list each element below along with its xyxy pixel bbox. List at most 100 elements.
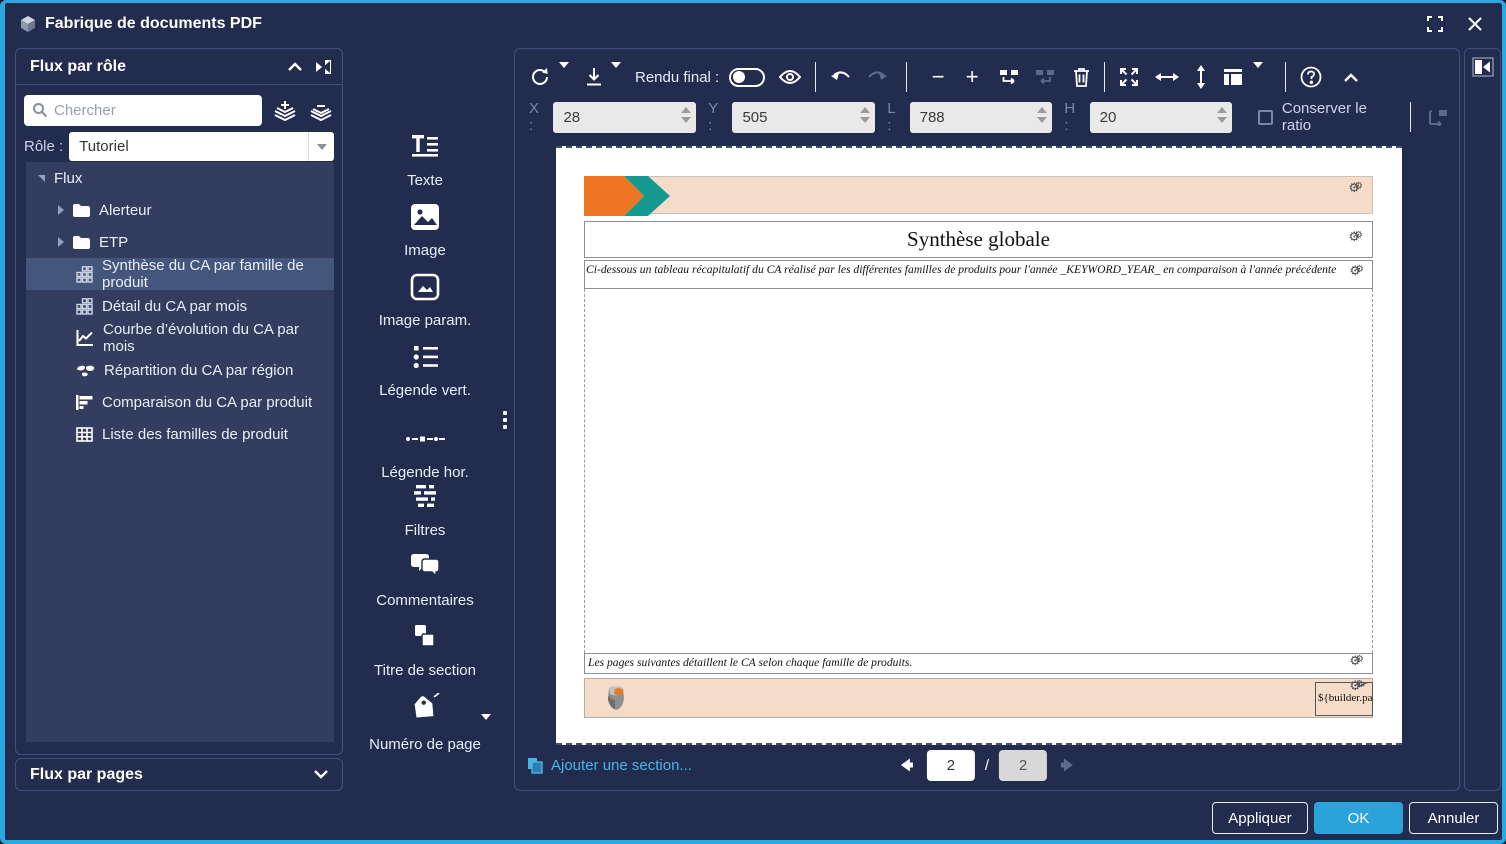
tree-collapsed-icon[interactable] [58, 237, 64, 247]
palette-item-texte[interactable]: Texte [349, 133, 501, 203]
collapse-toolbar-chevron-icon[interactable] [1344, 72, 1359, 82]
flux-par-role-panel: Flux par rôle Rôle : Tutoriel [15, 48, 343, 755]
element-settings-gears-icon[interactable]: ⚙⚙ [1349, 265, 1370, 279]
image-param-icon [410, 273, 440, 306]
page-number-variable-element[interactable]: ${builder.pa ⚙⚙ [1315, 682, 1373, 716]
element-settings-gears-icon[interactable]: ⚙⚙ [1349, 655, 1370, 669]
page-layout-caret-icon[interactable] [1253, 62, 1264, 86]
palette-item-legende-hor[interactable]: Légende hor. [349, 413, 501, 483]
maximize-icon[interactable] [1422, 11, 1448, 37]
current-page-input[interactable] [926, 749, 975, 781]
dock-left-icon[interactable] [314, 59, 332, 75]
width-spinner[interactable] [1037, 106, 1048, 123]
keep-ratio-checkbox[interactable]: Conserver le ratio [1258, 100, 1394, 134]
y-spinner[interactable] [860, 106, 871, 123]
width-label: L : [887, 100, 896, 134]
fit-width-icon[interactable] [1155, 71, 1180, 83]
document-title-element[interactable]: Synthèse globale ⚙⚙ [584, 221, 1373, 258]
fit-expand-icon[interactable] [1119, 67, 1139, 87]
preview-eye-icon[interactable] [779, 69, 802, 85]
y-input[interactable] [732, 101, 876, 133]
search-input[interactable] [24, 95, 262, 126]
title-bar: Fabrique de documents PDF [5, 3, 1502, 45]
add-section-link[interactable]: Ajouter une section... [525, 757, 692, 774]
cancel-button[interactable]: Annuler [1409, 802, 1498, 834]
collapse-all-icon[interactable] [308, 99, 334, 123]
apply-button[interactable]: Appliquer [1212, 802, 1308, 834]
undo-icon[interactable] [830, 69, 852, 85]
bars-icon [76, 394, 93, 410]
role-select[interactable]: Tutoriel [69, 132, 334, 161]
next-page-icon [1059, 757, 1075, 773]
element-settings-gears-icon[interactable]: ⚙⚙ [1348, 224, 1369, 245]
palette-item-numero-page[interactable]: Numéro de page [349, 692, 501, 763]
help-icon[interactable] [1300, 66, 1322, 88]
palette-label: Légende hor. [381, 463, 469, 481]
expand-all-icon[interactable] [272, 99, 298, 123]
tree-node-detail-ca[interactable]: Détail du CA par mois [26, 290, 334, 322]
bring-forward-icon[interactable] [999, 68, 1021, 86]
panel-title: Flux par rôle [30, 57, 127, 75]
zoom-out-icon[interactable]: − [925, 66, 951, 88]
footer-band-element[interactable]: ⚙⚙ ${builder.pa ⚙⚙ [584, 678, 1373, 718]
page-number-dropdown-caret-icon[interactable] [481, 714, 491, 738]
checkbox-box[interactable] [1258, 109, 1273, 125]
header-band-element[interactable]: ⚙⚙ [584, 176, 1373, 216]
right-properties-rail [1464, 48, 1501, 791]
x-input[interactable] [553, 101, 697, 133]
text-icon [410, 133, 440, 166]
fit-height-icon[interactable] [1195, 65, 1207, 89]
tree-node-alerteur[interactable]: Alerteur [26, 194, 334, 226]
refresh-dropdown-caret-icon[interactable] [559, 62, 569, 86]
previous-page-icon[interactable] [899, 757, 915, 773]
legend-horizontal-icon [405, 430, 445, 448]
rendu-final-label: Rendu final : [635, 68, 720, 86]
collapse-panel-chevron-icon[interactable] [288, 62, 302, 71]
tree-node-repartition-ca[interactable]: Répartition du CA par région [26, 354, 334, 386]
tree-expanded-icon[interactable] [38, 174, 45, 182]
pdf-page[interactable]: ⚙⚙ Synthèse globale ⚙⚙ Ci-dessous un tab… [556, 146, 1402, 745]
palette-item-image-param[interactable]: Image param. [349, 273, 501, 343]
page-layout-icon[interactable] [1223, 68, 1243, 86]
tree-node-label: Courbe d’évolution du CA par mois [103, 321, 299, 355]
dock-right-expand-icon[interactable] [1472, 57, 1494, 82]
tree-node-liste-familles[interactable]: Liste des familles de produit [26, 418, 334, 450]
element-settings-gears-icon[interactable]: ⚙⚙ [1355, 683, 1372, 690]
folder-icon [73, 235, 90, 249]
width-input[interactable] [909, 101, 1053, 133]
download-icon[interactable] [585, 67, 603, 87]
height-input[interactable] [1089, 101, 1233, 133]
flux-par-pages-panel[interactable]: Flux par pages [15, 758, 343, 791]
close-icon[interactable] [1462, 11, 1488, 37]
intro-text: Ci-dessous un tableau récapitulatif du C… [586, 263, 1337, 276]
element-settings-gears-icon[interactable]: ⚙⚙ [1348, 179, 1369, 196]
flux-par-role-header: Flux par rôle [16, 49, 342, 85]
page-number-tag-icon [408, 692, 442, 730]
tree-node-courbe-ca[interactable]: Courbe d’évolution du CA par mois [26, 321, 334, 355]
delete-trash-icon[interactable] [1073, 67, 1090, 87]
content-placeholder-zone[interactable] [584, 289, 1373, 653]
palette-item-filtres[interactable]: Filtres [349, 483, 501, 553]
left-splitter-handle[interactable] [503, 411, 508, 429]
download-dropdown-caret-icon[interactable] [611, 62, 621, 86]
intro-text-element[interactable]: Ci-dessous un tableau récapitulatif du C… [584, 260, 1373, 289]
image-icon [410, 203, 440, 236]
tree-collapsed-icon[interactable] [58, 205, 64, 215]
rendu-final-toggle[interactable] [729, 67, 766, 87]
tree-node-synthese-ca[interactable]: Synthèse du CA par famille de produit [26, 257, 334, 291]
palette-label: Image [404, 242, 446, 259]
palette-item-image[interactable]: Image [349, 203, 501, 273]
tree-node-flux[interactable]: Flux [26, 162, 334, 194]
height-spinner[interactable] [1217, 106, 1228, 123]
tree-node-etp[interactable]: ETP [26, 226, 334, 258]
zoom-in-icon[interactable]: + [959, 66, 985, 88]
table-icon [76, 426, 93, 442]
ok-button[interactable]: OK [1314, 802, 1403, 834]
outro-text-element[interactable]: Les pages suivantes détaillent le CA sel… [584, 653, 1373, 674]
refresh-icon[interactable] [529, 66, 551, 88]
palette-item-commentaires[interactable]: Commentaires [349, 553, 501, 623]
tree-node-comparaison-ca[interactable]: Comparaison du CA par produit [26, 386, 334, 418]
x-spinner[interactable] [681, 106, 692, 123]
palette-item-titre-section[interactable]: Titre de section [349, 623, 501, 693]
palette-item-legende-vert[interactable]: Légende vert. [349, 343, 501, 413]
